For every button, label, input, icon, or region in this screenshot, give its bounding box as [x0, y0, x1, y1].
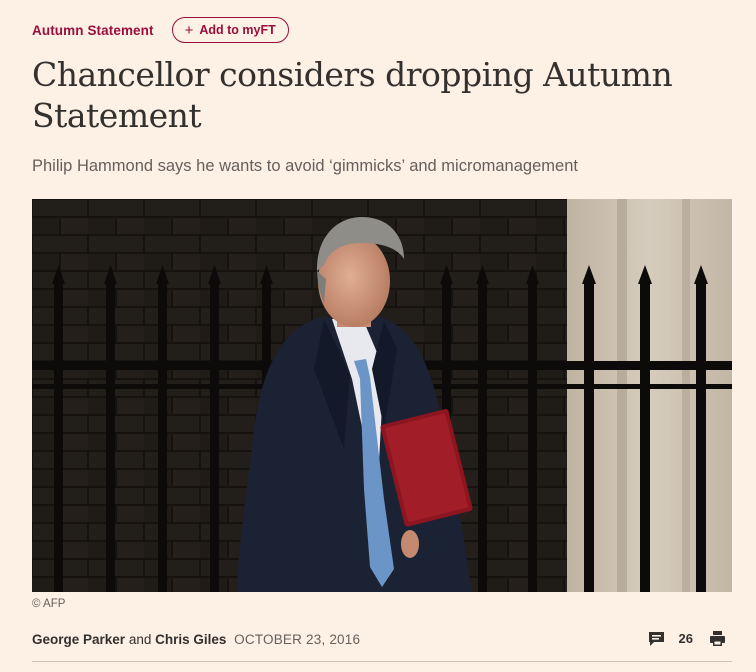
plus-icon: +: [184, 21, 194, 39]
image-caption: © AFP: [32, 598, 66, 610]
topic-link[interactable]: Autumn Statement: [32, 23, 154, 38]
byline-joiner: and: [128, 632, 152, 647]
add-to-myft-label: Add to myFT: [199, 23, 276, 37]
article-standfirst: Philip Hammond says he wants to avoid ‘g…: [32, 157, 578, 175]
divider: [32, 661, 732, 662]
publish-date: OCTOBER 23, 2016: [234, 632, 361, 647]
add-to-myft-button[interactable]: + Add to myFT: [171, 17, 289, 43]
author-link-1[interactable]: George Parker: [32, 632, 125, 647]
byline: George Parker and Chris Giles OCTOBER 23…: [32, 632, 360, 647]
article-headline: Chancellor considers dropping Autumn Sta…: [32, 55, 673, 135]
comments-icon[interactable]: [648, 631, 665, 647]
article-image: [32, 199, 732, 592]
article-topline: Autumn Statement + Add to myFT: [32, 16, 289, 44]
author-link-2[interactable]: Chris Giles: [155, 632, 226, 647]
comment-count[interactable]: 26: [679, 631, 693, 646]
article-tools: 26: [648, 630, 726, 647]
print-icon[interactable]: [709, 630, 726, 647]
